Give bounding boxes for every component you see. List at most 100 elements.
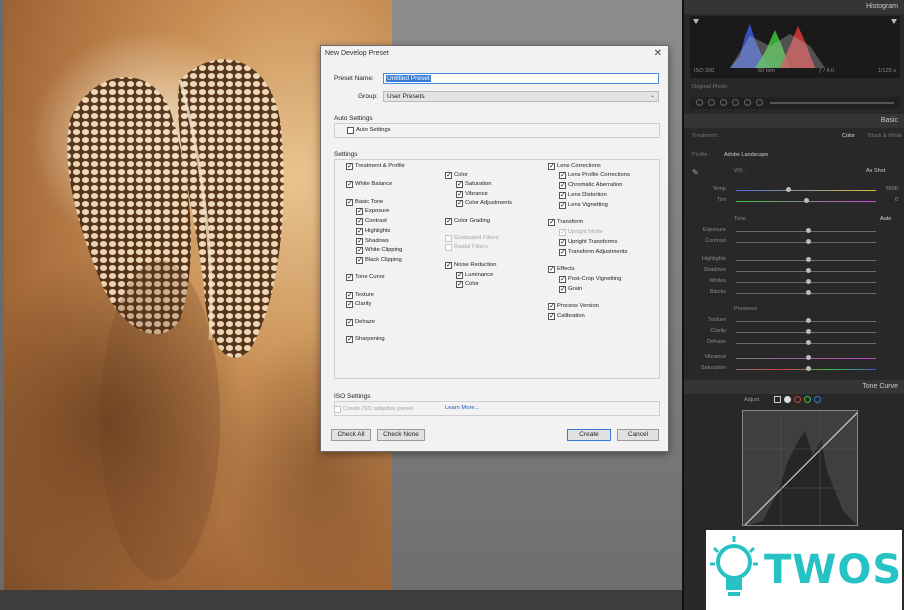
color-adjustments-checkbox[interactable]: Color Adjustments <box>456 199 512 208</box>
clarity-slider[interactable]: Clarity <box>688 328 902 336</box>
tint-slider[interactable]: Tint 0 <box>688 197 902 205</box>
twos-wordmark: TWOS <box>764 547 903 593</box>
highlights-checkbox[interactable]: Highlights <box>356 227 390 236</box>
profile-select[interactable]: Adobe Landscape <box>724 152 768 158</box>
white-balance-checkbox[interactable]: White Balance <box>346 180 392 189</box>
contrast-checkbox[interactable]: Contrast <box>356 217 387 226</box>
upright-transforms-checkbox[interactable]: Upright Transforms <box>559 238 617 247</box>
treatment-color-option[interactable]: Color <box>842 133 855 139</box>
luminance-checkbox[interactable]: Luminance <box>456 271 493 280</box>
tone-curve-checkbox[interactable]: Tone Curve <box>346 273 385 282</box>
radial-filter-icon[interactable] <box>744 99 751 106</box>
brush-tool-icon[interactable] <box>756 99 763 106</box>
sharpening-checkbox[interactable]: Sharpening <box>346 335 385 344</box>
basic-tone-checkbox[interactable]: Basic Tone <box>346 198 383 207</box>
tool-slider[interactable] <box>770 102 894 104</box>
point-curve-red-icon[interactable] <box>794 396 801 403</box>
noise-reduction-checkbox[interactable]: Noise Reduction <box>445 261 497 270</box>
histogram-header[interactable]: Histogram <box>684 0 904 14</box>
transform-checkbox[interactable]: Transform <box>548 218 583 227</box>
chromatic-aberration-checkbox[interactable]: Chromatic Aberration <box>559 181 622 190</box>
wb-eyedropper-icon[interactable]: ✎ <box>692 168 699 177</box>
treatment-profile-checkbox[interactable]: Treatment & Profile <box>346 162 405 171</box>
dehaze-slider[interactable]: Dehaze <box>688 339 902 347</box>
graduated-filters-checkbox[interactable]: Graduated Filters <box>445 234 499 242</box>
shadows-slider[interactable]: Shadows <box>688 267 902 275</box>
white-clipping-checkbox[interactable]: White Clipping <box>356 246 402 255</box>
group-select[interactable]: User Presets ⌄ <box>383 91 659 102</box>
chevron-down-icon: ⌄ <box>649 93 655 99</box>
treatment-label: Treatment : <box>692 133 720 139</box>
iso-value: ISO 200 <box>694 68 715 74</box>
wb-label: WB : <box>734 168 746 174</box>
check-none-button[interactable]: Check None <box>377 429 425 441</box>
color-nr-checkbox[interactable]: Color <box>456 280 479 289</box>
develop-right-panel: Histogram ISO 200 60 mm ƒ / 4.0 1/125 s … <box>682 0 904 610</box>
check-all-button[interactable]: Check All <box>331 429 371 441</box>
tone-curve-header[interactable]: Tone Curve <box>684 380 904 394</box>
settings-title: Settings <box>334 151 358 158</box>
settings-box <box>334 159 660 379</box>
vibrance-checkbox[interactable]: Vibrance <box>456 190 488 199</box>
basic-header[interactable]: Basic <box>684 114 904 128</box>
grain-checkbox[interactable]: Grain <box>559 285 582 294</box>
blacks-slider[interactable]: Blacks <box>688 289 902 297</box>
post-crop-vignetting-checkbox[interactable]: Post-Crop Vignetting <box>559 275 621 284</box>
tone-curve-svg <box>743 411 857 525</box>
preset-name-input[interactable]: Untitled Preset <box>383 73 659 84</box>
cancel-button[interactable]: Cancel <box>617 429 659 441</box>
spot-removal-icon[interactable] <box>708 99 715 106</box>
vibrance-slider[interactable]: Vibrance <box>688 354 902 362</box>
lens-profile-checkbox[interactable]: Lens Profile Corrections <box>559 171 630 180</box>
radial-filters-checkbox[interactable]: Radial Filters <box>445 243 488 251</box>
saturation-checkbox[interactable]: Saturation <box>456 180 491 189</box>
temp-slider[interactable]: Temp 5500 <box>688 186 902 194</box>
close-icon[interactable]: ✕ <box>654 48 662 59</box>
iso-settings-title: ISO Settings <box>334 393 371 400</box>
transform-adjustments-checkbox[interactable]: Transform Adjustments <box>559 248 627 257</box>
upright-mode-checkbox[interactable]: Upright Mode <box>559 228 603 237</box>
wb-select[interactable]: As Shot <box>866 168 885 174</box>
point-curve-green-icon[interactable] <box>804 396 811 403</box>
treatment-bw-option[interactable]: Black & White <box>868 133 902 139</box>
effects-checkbox[interactable]: Effects <box>548 265 575 274</box>
process-version-checkbox[interactable]: Process Version <box>548 302 599 311</box>
auto-settings-checkbox[interactable]: Auto Settings <box>347 126 390 134</box>
point-curve-white-icon[interactable] <box>784 396 791 403</box>
red-eye-icon[interactable] <box>720 99 727 106</box>
learn-more-link[interactable]: Learn More... <box>445 405 479 411</box>
clarity-checkbox[interactable]: Clarity <box>346 300 371 309</box>
point-curve-blue-icon[interactable] <box>814 396 821 403</box>
iso-adaptive-checkbox[interactable]: Create ISO adaptive preset <box>334 405 413 413</box>
graduated-filter-icon[interactable] <box>732 99 739 106</box>
calibration-checkbox[interactable]: Calibration <box>548 312 585 321</box>
shadows-checkbox[interactable]: Shadows <box>356 237 389 246</box>
lens-corrections-checkbox[interactable]: Lens Corrections <box>548 162 601 171</box>
aperture-value: ƒ / 4.0 <box>818 68 835 74</box>
photo-border <box>0 0 4 600</box>
dehaze-checkbox[interactable]: Dehaze <box>346 318 375 327</box>
highlights-slider[interactable]: Highlights <box>688 256 902 264</box>
adjust-label: Adjust <box>744 397 760 403</box>
exposure-checkbox[interactable]: Exposure <box>356 207 390 216</box>
tone-auto-button[interactable]: Auto <box>880 216 891 222</box>
create-button[interactable]: Create <box>567 429 611 441</box>
tone-curve-graph[interactable] <box>742 410 858 526</box>
lens-vignetting-checkbox[interactable]: Lens Vignetting <box>559 201 608 210</box>
texture-checkbox[interactable]: Texture <box>346 291 374 300</box>
texture-slider[interactable]: Texture <box>688 317 902 325</box>
contrast-slider[interactable]: Contrast <box>688 238 902 246</box>
saturation-slider[interactable]: Saturation <box>688 365 902 373</box>
original-photo-label: Original Photo <box>692 84 727 90</box>
auto-settings-title: Auto Settings <box>334 115 373 122</box>
whites-slider[interactable]: Whites <box>688 278 902 286</box>
crop-tool-icon[interactable] <box>696 99 703 106</box>
lens-distortion-checkbox[interactable]: Lens Distortion <box>559 191 607 200</box>
profile-label: Profile : <box>692 152 711 158</box>
exposure-slider[interactable]: Exposure <box>688 227 902 235</box>
color-checkbox[interactable]: Color <box>445 171 468 180</box>
parametric-curve-icon[interactable] <box>774 396 781 403</box>
color-grading-checkbox[interactable]: Color Grading <box>445 217 490 226</box>
preset-name-label: Preset Name: <box>334 75 374 82</box>
black-clipping-checkbox[interactable]: Black Clipping <box>356 256 402 265</box>
